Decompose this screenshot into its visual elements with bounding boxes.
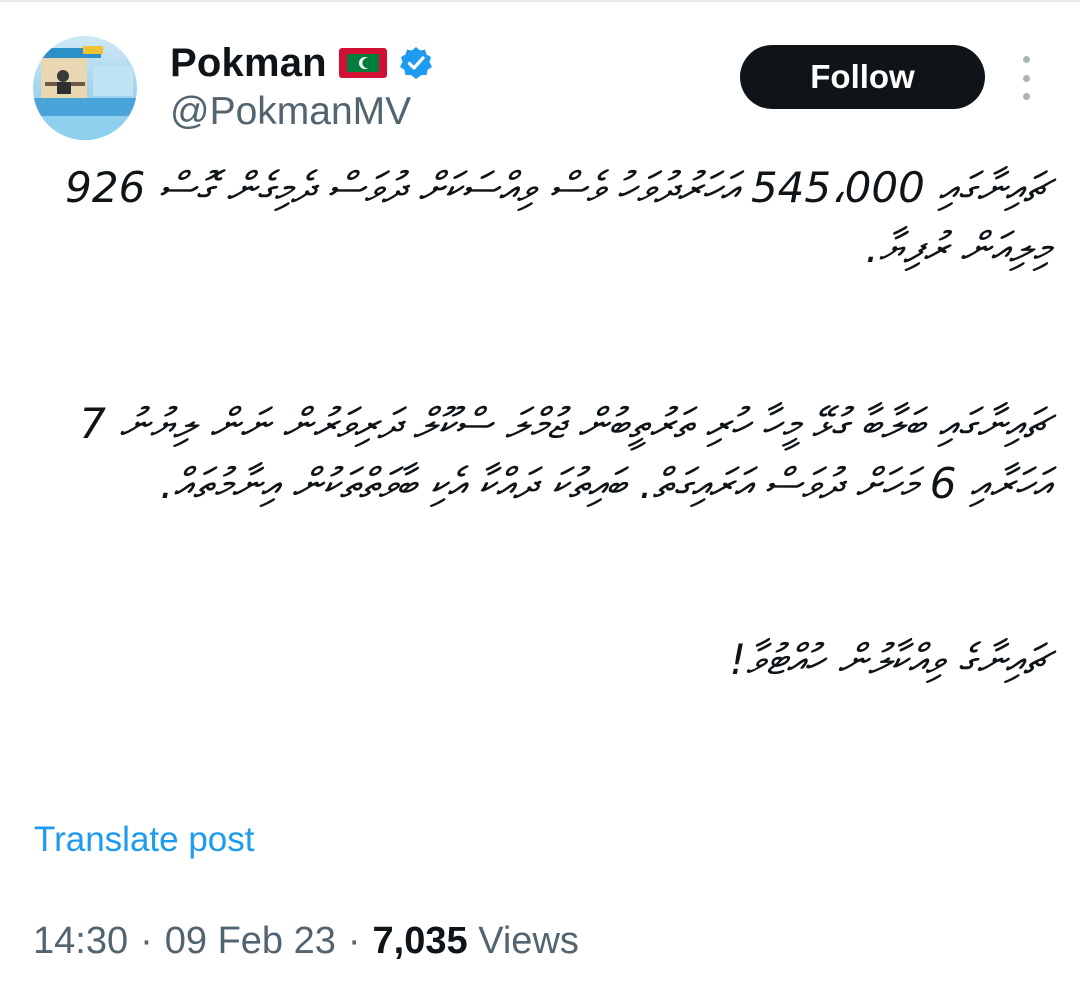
- translate-post-link[interactable]: Translate post: [34, 820, 254, 860]
- more-dot: [1022, 56, 1030, 63]
- more-dot: [1022, 93, 1030, 100]
- post-paragraph: ޗައިނާގެ ވިއްކާލުން ހުއްޓުވާ!: [729, 635, 1050, 684]
- meta-separator: ·: [347, 920, 361, 962]
- more-options-icon[interactable]: [1010, 56, 1042, 100]
- top-divider: [0, 0, 1080, 2]
- maldives-flag-icon: [338, 48, 387, 78]
- author-name-row[interactable]: Pokman: [170, 38, 433, 88]
- meta-separator: ·: [140, 920, 153, 962]
- more-dot: [1022, 74, 1030, 82]
- post-text: ޗައިނާގައި 545،000 އަހަރުދުވަހު ވެސް ވިއ…: [30, 158, 1050, 690]
- post-meta: 14:30 · 09 Feb 23 · 7,035 Views: [33, 920, 579, 963]
- views-label: Views: [478, 920, 579, 962]
- post-paragraph: ޗައިނާގައި 545،000 އަހަރުދުވަހު ވެސް ވިއ…: [65, 163, 1050, 272]
- tweet-page: Pokman @PokmanMV Follow ޗައިނާގައި 545،0…: [0, 0, 1080, 1007]
- avatar-image: [33, 36, 137, 140]
- post-date[interactable]: 09 Feb 23: [165, 920, 336, 963]
- avatar[interactable]: [33, 36, 137, 140]
- views-count: 7,035: [372, 920, 468, 962]
- post-paragraph: ޗައިނާގައި ބަލާބާ ގުޅޭ މީހާ ހުރި ތަރުތީބ…: [79, 399, 1050, 508]
- display-name[interactable]: Pokman: [170, 41, 327, 86]
- verified-badge-icon: [399, 47, 432, 79]
- views-stat[interactable]: 7,035 Views: [373, 920, 579, 963]
- follow-button[interactable]: Follow: [740, 45, 985, 109]
- author-handle[interactable]: @PokmanMV: [170, 90, 411, 134]
- post-time[interactable]: 14:30: [33, 920, 128, 963]
